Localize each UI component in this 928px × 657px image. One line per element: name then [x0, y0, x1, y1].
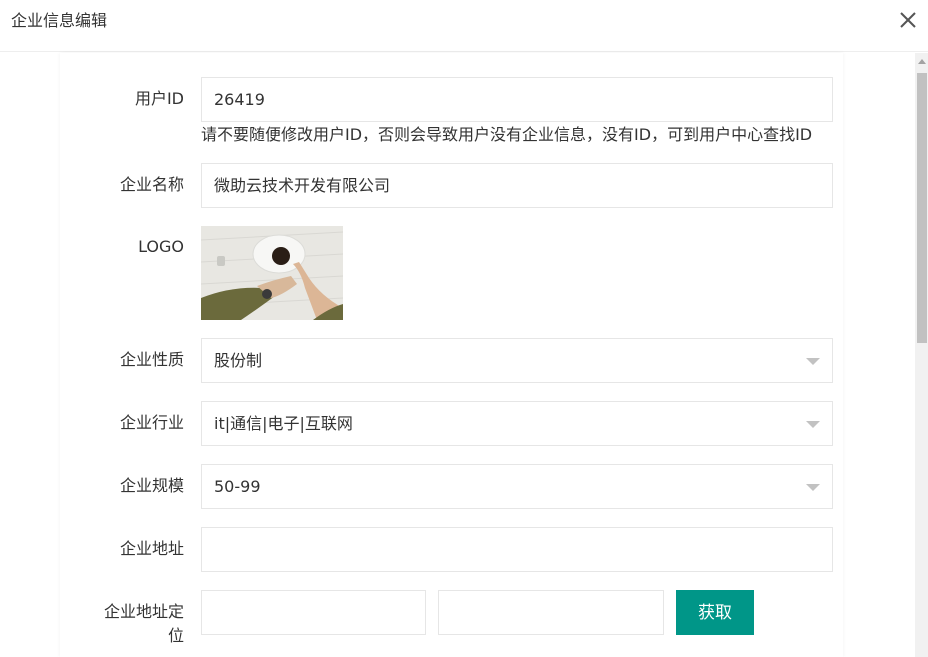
latitude-input[interactable]	[438, 590, 664, 635]
company-name-label: 企业名称	[119, 175, 184, 194]
edit-company-dialog: 企业信息编辑 用户ID 26419 请不要随便修改用户ID，否则会导致用户没有企…	[0, 0, 928, 657]
get-location-button[interactable]: 获取	[676, 590, 754, 635]
scale-select-value: 50-99	[214, 477, 261, 496]
chevron-down-icon	[806, 484, 820, 491]
nature-select-value: 股份制	[214, 351, 263, 370]
chevron-down-icon	[806, 358, 820, 365]
address-label: 企业地址	[119, 539, 184, 558]
company-name-input[interactable]: 微助云技术开发有限公司	[201, 163, 833, 208]
dialog-header: 企业信息编辑	[0, 0, 928, 52]
address-input[interactable]	[201, 527, 833, 572]
user-id-input[interactable]: 26419	[201, 77, 833, 122]
scale-label: 企业规模	[119, 476, 184, 495]
scrollbar-thumb[interactable]	[917, 73, 927, 343]
longitude-input[interactable]	[201, 590, 426, 635]
location-label-line1: 企业地址定	[103, 602, 184, 621]
chevron-down-icon	[806, 421, 820, 428]
industry-select-value: it|通信|电子|互联网	[214, 414, 353, 433]
logo-label: LOGO	[138, 237, 184, 256]
user-id-hint: 请不要随便修改用户ID，否则会导致用户没有企业信息，没有ID，可到用户中心查找I…	[201, 125, 813, 144]
user-id-label: 用户ID	[134, 89, 184, 108]
scale-select[interactable]: 50-99	[201, 464, 833, 509]
location-label-line2: 位	[167, 626, 184, 645]
industry-select[interactable]: it|通信|电子|互联网	[201, 401, 833, 446]
close-icon[interactable]	[896, 8, 920, 32]
nature-select[interactable]: 股份制	[201, 338, 833, 383]
nature-label: 企业性质	[119, 350, 184, 369]
industry-label: 企业行业	[119, 413, 184, 432]
scroll-up-icon[interactable]	[918, 59, 926, 64]
scrollbar[interactable]	[915, 53, 928, 657]
logo-image[interactable]	[201, 226, 343, 320]
dialog-title: 企业信息编辑	[11, 11, 108, 30]
